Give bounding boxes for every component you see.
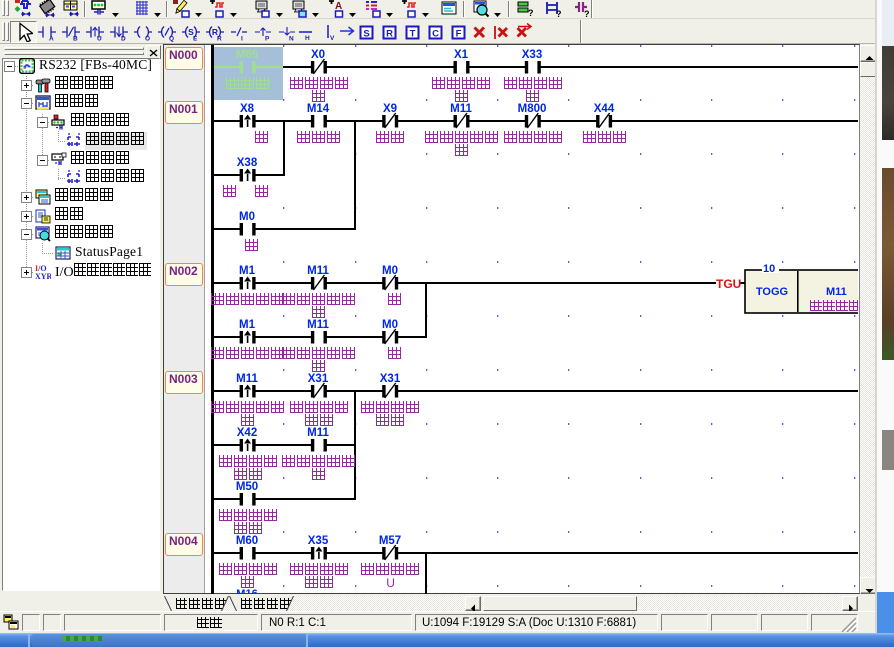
svg-text:S: S <box>363 29 369 40</box>
svg-text:N: N <box>289 36 294 43</box>
svg-text:?: ? <box>528 8 534 18</box>
svg-text:D: D <box>121 36 126 43</box>
svg-text:V: V <box>330 35 335 42</box>
svg-text:XYR: XYR <box>35 272 51 280</box>
svg-text:P: P <box>265 36 270 43</box>
svg-text:H: H <box>305 35 310 42</box>
svg-text:Q: Q <box>169 36 174 43</box>
svg-text:R: R <box>386 29 393 40</box>
svg-text:F: F <box>456 29 462 40</box>
svg-text:C: C <box>432 29 439 40</box>
svg-text:R: R <box>217 36 222 43</box>
svg-text:A: A <box>49 36 54 43</box>
svg-text:T: T <box>410 29 416 40</box>
svg-text:I: I <box>241 36 243 43</box>
svg-text:E: E <box>193 36 198 43</box>
svg-text:?: ? <box>556 9 562 18</box>
svg-text:U: U <box>97 36 102 43</box>
svg-text:O: O <box>145 36 150 43</box>
svg-text:?: ? <box>584 9 590 18</box>
svg-text:B: B <box>73 36 78 43</box>
